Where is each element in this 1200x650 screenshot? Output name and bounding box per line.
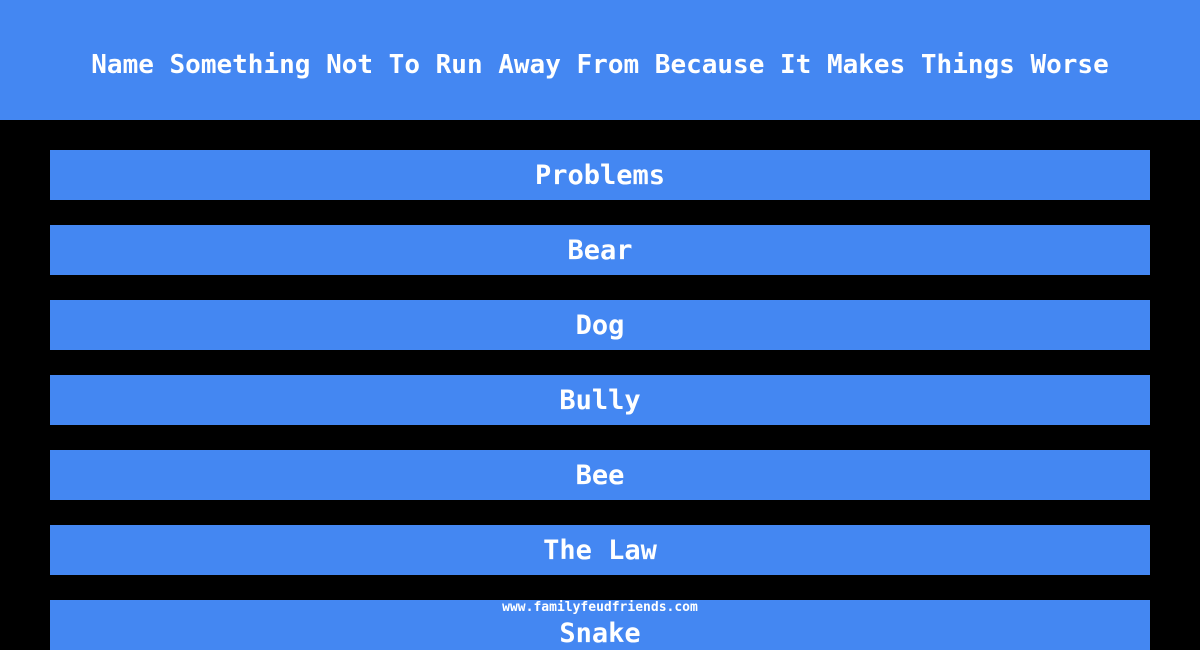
answer-label: The Law: [543, 534, 657, 566]
answer-label: Snake: [559, 617, 641, 649]
answer-item: Problems: [50, 150, 1150, 200]
answer-item: Bear: [50, 225, 1150, 275]
answer-label: Dog: [575, 309, 625, 341]
answer-label: Bully: [559, 384, 641, 416]
answer-label: Bee: [575, 459, 625, 491]
answer-label: Problems: [534, 159, 666, 191]
answer-label: Bear: [567, 234, 633, 266]
site-watermark: www.familyfeudfriends.com: [502, 600, 698, 615]
answer-item: Dog: [50, 300, 1150, 350]
answer-item: Bee: [50, 450, 1150, 500]
question-title: Name Something Not To Run Away From Beca…: [91, 50, 1109, 80]
question-header: Name Something Not To Run Away From Beca…: [0, 0, 1200, 120]
answer-item: Bully: [50, 375, 1150, 425]
answer-item: The Law: [50, 525, 1150, 575]
